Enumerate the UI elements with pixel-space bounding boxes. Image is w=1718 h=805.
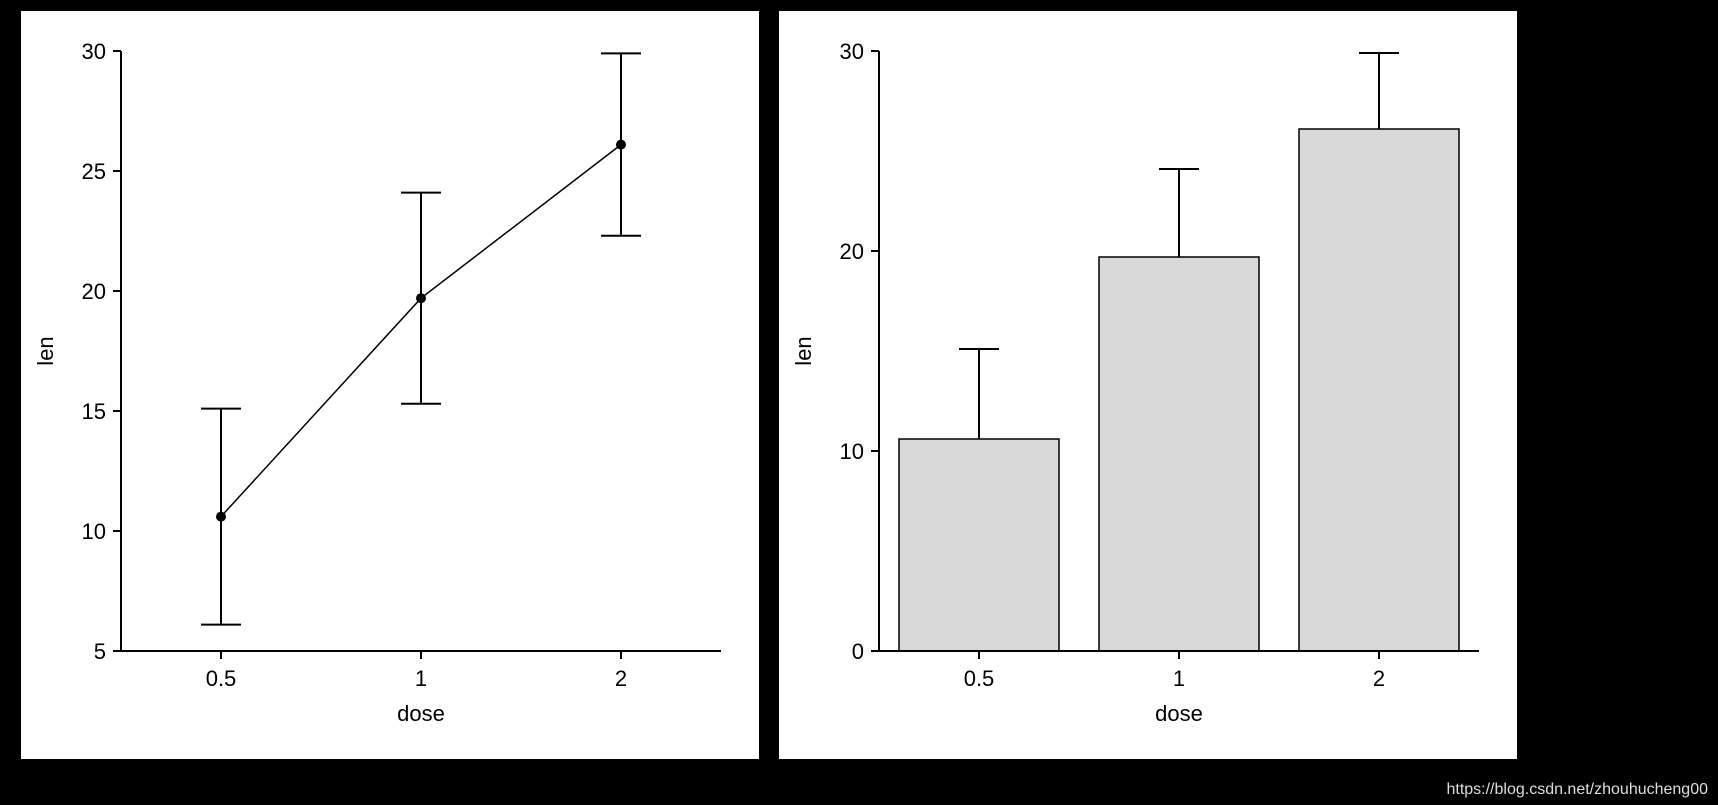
x-tick-0.5: 0.5 [964, 666, 995, 691]
data-point-1 [416, 293, 426, 303]
y-axis-label: len [791, 336, 816, 365]
errorbar-2 [1359, 53, 1399, 129]
y-tick-15: 15 [82, 399, 106, 424]
y-tick-5: 5 [94, 639, 106, 664]
x-tick-1: 1 [415, 666, 427, 691]
x-tick-0.5: 0.5 [206, 666, 237, 691]
bar-0.5 [899, 439, 1059, 651]
x-axis-label: dose [1155, 701, 1203, 726]
y-axis: 5 10 15 20 25 30 [82, 39, 121, 664]
bar-1 [1099, 257, 1259, 651]
y-tick-20: 20 [840, 239, 864, 264]
x-tick-2: 2 [615, 666, 627, 691]
data-point-2 [616, 140, 626, 150]
bar-chart-svg: 0 10 20 30 0.5 1 2 dose len [779, 11, 1519, 761]
y-axis: 0 10 20 30 [840, 39, 879, 664]
x-axis-label: dose [397, 701, 445, 726]
x-tick-1: 1 [1173, 666, 1185, 691]
x-tick-2: 2 [1373, 666, 1385, 691]
errorbar-0.5 [959, 349, 999, 439]
x-axis: 0.5 1 2 [879, 651, 1479, 691]
y-tick-30: 30 [840, 39, 864, 64]
watermark-text: https://blog.csdn.net/zhouhucheng00 [1446, 781, 1708, 799]
line-chart-panel: 5 10 15 20 25 30 0.5 1 2 dose len [20, 10, 760, 760]
y-tick-30: 30 [82, 39, 106, 64]
data-point-0.5 [216, 512, 226, 522]
y-tick-10: 10 [840, 439, 864, 464]
line-chart-svg: 5 10 15 20 25 30 0.5 1 2 dose len [21, 11, 761, 761]
bar-2 [1299, 129, 1459, 651]
errorbar-1 [1159, 169, 1199, 257]
y-tick-10: 10 [82, 519, 106, 544]
y-tick-25: 25 [82, 159, 106, 184]
y-axis-label: len [33, 336, 58, 365]
y-tick-20: 20 [82, 279, 106, 304]
y-tick-0: 0 [852, 639, 864, 664]
x-axis: 0.5 1 2 [121, 651, 721, 691]
bar-chart-panel: 0 10 20 30 0.5 1 2 dose len [778, 10, 1518, 760]
